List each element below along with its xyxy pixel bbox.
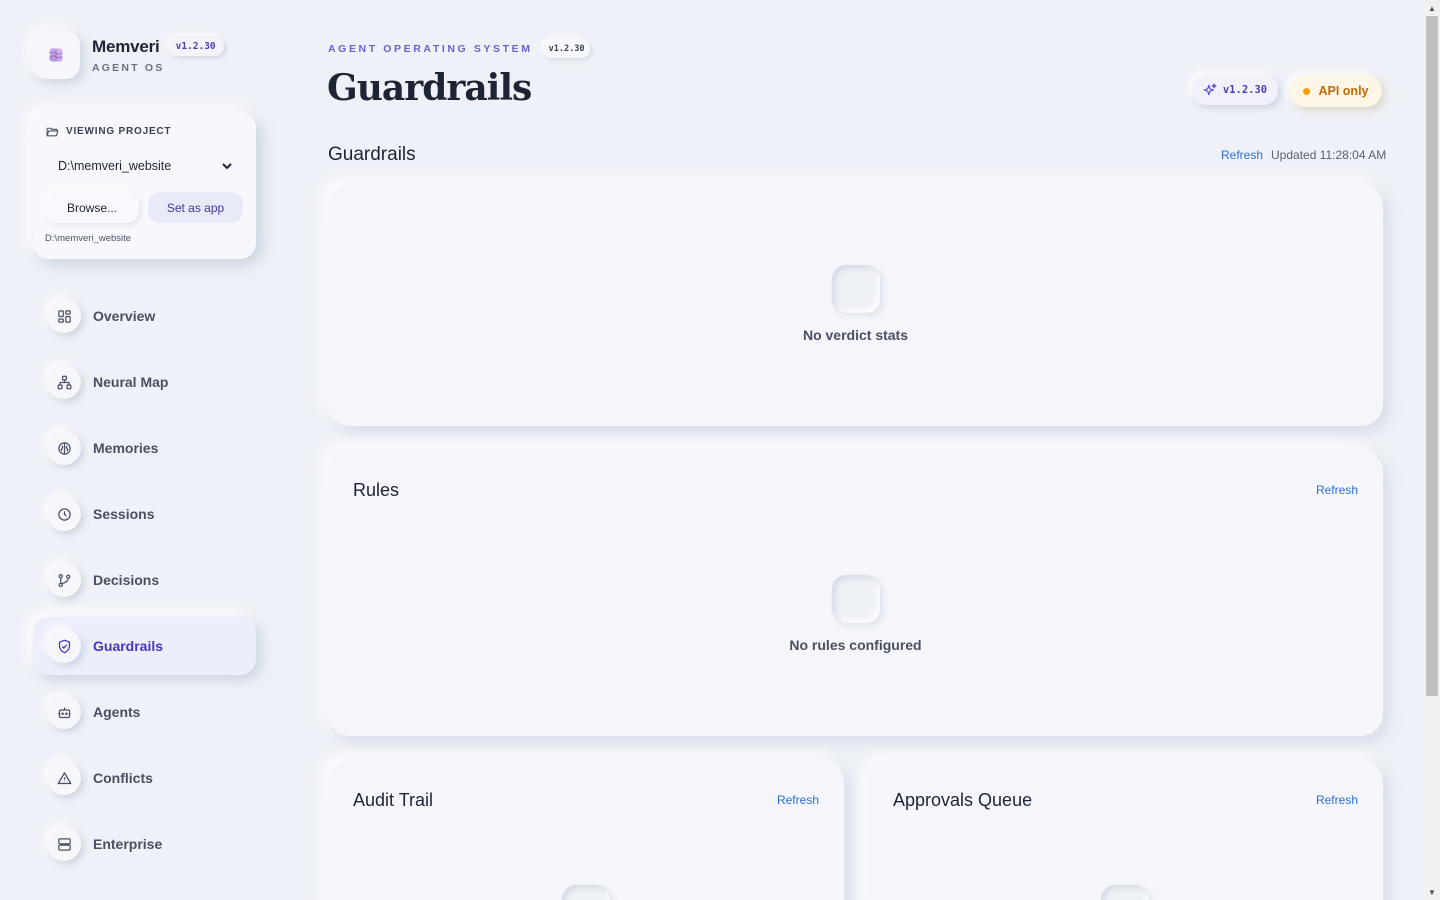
api-status-badge[interactable]: API only bbox=[1290, 75, 1382, 107]
browse-button[interactable]: Browse... bbox=[45, 192, 139, 223]
sidebar-item-label: Agents bbox=[93, 704, 141, 720]
brand-name: Memveri bbox=[92, 36, 160, 56]
brand-version-badge: v1.2.30 bbox=[167, 37, 224, 56]
scrollbar[interactable]: ▲ ▼ bbox=[1424, 0, 1440, 900]
section-title: Guardrails bbox=[328, 144, 416, 165]
empty-state-text: No verdict stats bbox=[802, 327, 909, 343]
approvals-refresh-link[interactable]: Refresh bbox=[1316, 793, 1358, 807]
empty-state-icon bbox=[832, 265, 880, 313]
empty-state-icon bbox=[832, 575, 880, 623]
chevron-down-icon bbox=[222, 162, 232, 169]
sidebar-item-label: Conflicts bbox=[93, 770, 153, 786]
sidebar-item-guardrails[interactable]: Guardrails bbox=[33, 617, 256, 675]
network-icon bbox=[47, 365, 81, 399]
brain-logo-icon bbox=[32, 31, 80, 79]
sidebar-item-label: Memories bbox=[93, 440, 159, 456]
sidebar-item-overview[interactable]: Overview bbox=[33, 287, 256, 345]
project-select[interactable]: D:\memveri_website bbox=[44, 150, 244, 182]
git-branch-icon bbox=[47, 563, 81, 597]
project-card: VIEWING PROJECT D:\memveri_website Brows… bbox=[33, 112, 256, 259]
rules-card: Rules Refresh No rules configured bbox=[328, 450, 1383, 736]
sidebar-item-decisions[interactable]: Decisions bbox=[33, 551, 256, 609]
eyebrow: AGENT OPERATING SYSTEM v1.2.30 bbox=[328, 40, 591, 58]
verdict-stats-card: No verdict stats bbox=[328, 184, 1383, 426]
card-title: Rules bbox=[353, 480, 400, 500]
card-title: Approvals Queue bbox=[893, 790, 1033, 810]
sidebar-nav: Overview Neural Map Memories Sessions De… bbox=[33, 287, 256, 881]
scrollbar-thumb[interactable] bbox=[1426, 16, 1438, 696]
eyebrow-version-badge: v1.2.30 bbox=[542, 40, 591, 58]
scroll-up-arrow-icon[interactable]: ▲ bbox=[1424, 0, 1440, 16]
clock-icon bbox=[47, 497, 81, 531]
sidebar-item-label: Overview bbox=[93, 308, 156, 324]
card-title: Audit Trail bbox=[353, 790, 434, 810]
project-select-value: D:\memveri_website bbox=[58, 159, 172, 173]
sidebar-item-label: Enterprise bbox=[93, 836, 163, 852]
project-path: D:\memveri_website bbox=[45, 233, 132, 244]
sidebar-item-agents[interactable]: Agents bbox=[33, 683, 256, 741]
empty-state-icon bbox=[1101, 885, 1149, 900]
audit-trail-card: Audit Trail Refresh bbox=[328, 760, 844, 900]
sidebar-item-label: Guardrails bbox=[93, 638, 164, 654]
status-dot-icon bbox=[1303, 87, 1311, 95]
sidebar-item-neural-map[interactable]: Neural Map bbox=[33, 353, 256, 411]
sparkles-icon bbox=[1203, 83, 1217, 96]
version-badge[interactable]: v1.2.30 bbox=[1192, 75, 1278, 105]
scroll-down-arrow-icon[interactable]: ▼ bbox=[1424, 884, 1440, 900]
sidebar-item-conflicts[interactable]: Conflicts bbox=[33, 749, 256, 807]
eyebrow-text: AGENT OPERATING SYSTEM bbox=[328, 43, 533, 55]
sidebar-item-sessions[interactable]: Sessions bbox=[33, 485, 256, 543]
bot-icon bbox=[47, 695, 81, 729]
sidebar-item-memories[interactable]: Memories bbox=[33, 419, 256, 477]
audit-refresh-link[interactable]: Refresh bbox=[777, 793, 819, 807]
brain-icon bbox=[47, 431, 81, 465]
project-label: VIEWING PROJECT bbox=[46, 126, 171, 137]
rules-refresh-link[interactable]: Refresh bbox=[1316, 483, 1358, 497]
warning-icon bbox=[47, 761, 81, 795]
page-title: Guardrails bbox=[327, 67, 532, 109]
sidebar-item-label: Decisions bbox=[93, 572, 160, 588]
set-as-app-button[interactable]: Set as app bbox=[148, 192, 243, 223]
folder-open-icon bbox=[46, 127, 59, 137]
grid-icon bbox=[47, 299, 81, 333]
shield-check-icon bbox=[47, 629, 81, 663]
brand-subtitle: AGENT OS bbox=[92, 61, 165, 74]
empty-state-icon bbox=[562, 885, 610, 900]
brand[interactable]: Memveri v1.2.30 AGENT OS bbox=[32, 31, 224, 79]
sidebar: Memveri v1.2.30 AGENT OS VIEWING PROJECT… bbox=[0, 0, 290, 900]
last-updated-text: Updated 11:28:04 AM bbox=[1271, 148, 1387, 162]
approvals-queue-card: Approvals Queue Refresh bbox=[868, 760, 1383, 900]
server-icon bbox=[47, 827, 81, 861]
sidebar-item-label: Sessions bbox=[93, 506, 155, 522]
sidebar-item-enterprise[interactable]: Enterprise bbox=[33, 815, 256, 873]
sidebar-item-label: Neural Map bbox=[93, 374, 169, 390]
section-refresh-link[interactable]: Refresh bbox=[1221, 148, 1263, 162]
empty-state-text: No rules configured bbox=[789, 637, 922, 653]
